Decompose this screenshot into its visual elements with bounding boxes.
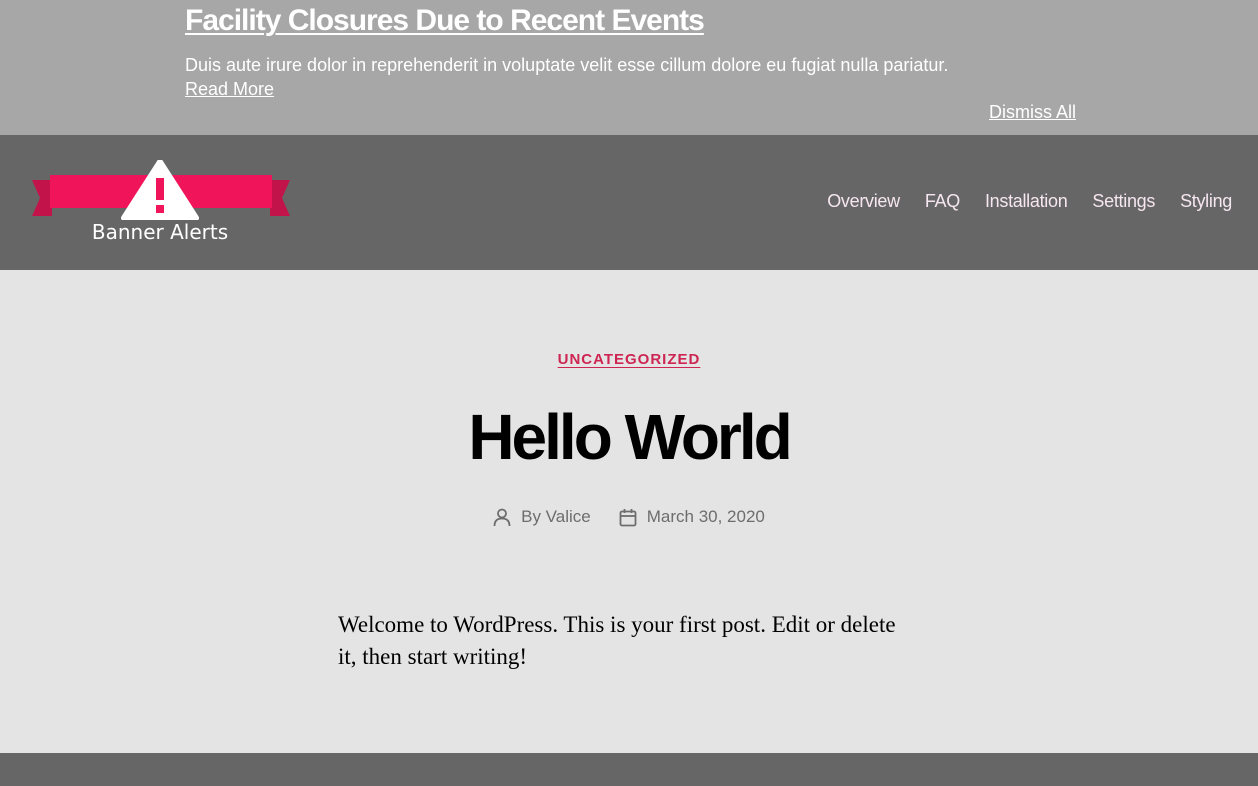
post-category: UNCATEGORIZED (0, 351, 1258, 369)
nav-faq[interactable]: FAQ (925, 191, 960, 212)
nav-installation[interactable]: Installation (985, 191, 1068, 212)
footer-band (0, 753, 1258, 786)
post-content: Welcome to WordPress. This is your first… (338, 612, 896, 669)
person-icon (493, 508, 511, 526)
main-nav: Overview FAQ Installation Settings Styli… (827, 191, 1232, 212)
alert-banner: Facility Closures Due to Recent Events D… (0, 0, 1258, 135)
warning-ribbon-icon (32, 160, 290, 220)
nav-settings[interactable]: Settings (1092, 191, 1155, 212)
read-more-link[interactable]: Read More (185, 79, 274, 100)
category-link[interactable]: UNCATEGORIZED (558, 351, 701, 368)
author-link[interactable]: By Valice (521, 507, 591, 527)
date-link[interactable]: March 30, 2020 (647, 507, 765, 527)
post-meta: By Valice March 30, 2020 (0, 507, 1258, 527)
post-date: March 30, 2020 (619, 507, 765, 527)
calendar-icon (619, 508, 637, 526)
alert-title-link[interactable]: Facility Closures Due to Recent Events (185, 4, 705, 38)
nav-styling[interactable]: Styling (1180, 191, 1232, 212)
site-header: Banner Alerts Overview FAQ Installation … (0, 135, 1258, 270)
post-author: By Valice (493, 507, 591, 527)
logo-text: Banner Alerts (91, 220, 229, 244)
alert-body-text: Duis aute irure dolor in reprehenderit i… (185, 55, 949, 75)
site-logo[interactable]: Banner Alerts (30, 160, 292, 250)
post-title: Hello World (468, 401, 792, 473)
nav-overview[interactable]: Overview (827, 191, 900, 212)
dismiss-all-link[interactable]: Dismiss All (989, 102, 1076, 123)
